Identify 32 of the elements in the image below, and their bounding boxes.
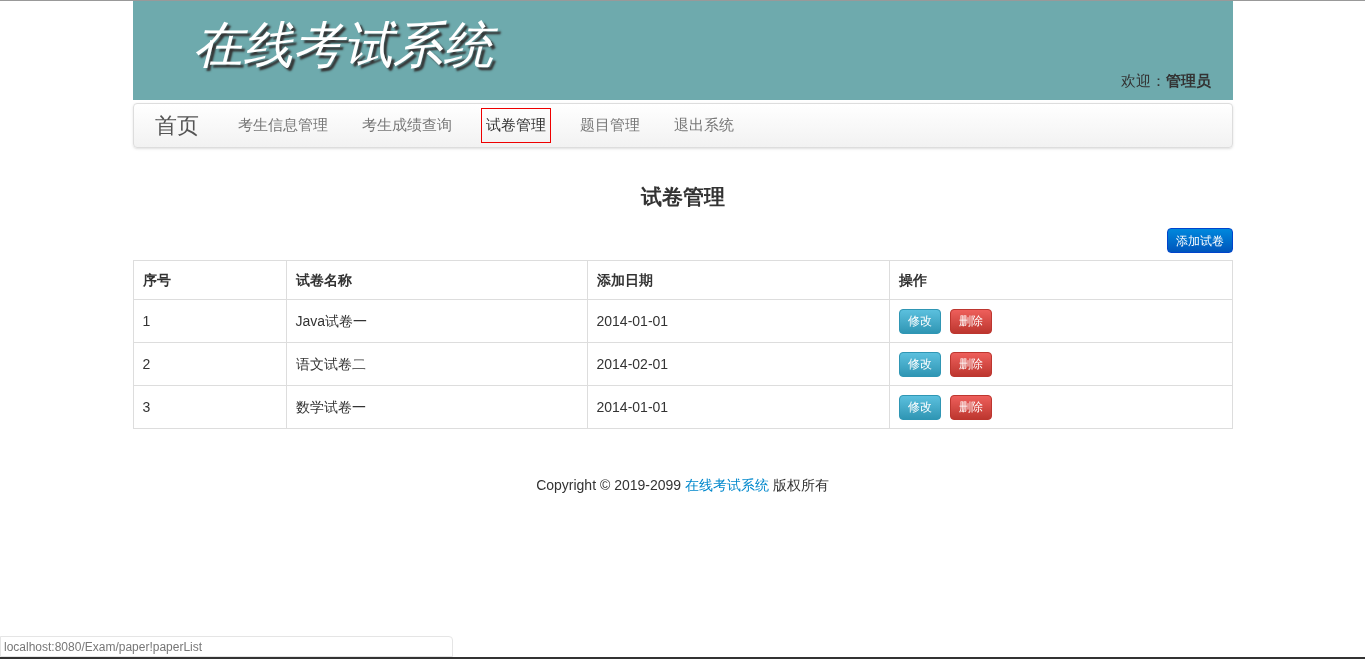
edit-button[interactable]: 修改 xyxy=(898,351,941,377)
table-cell: 2014-02-01 xyxy=(587,342,889,386)
add-paper-button[interactable]: 添加试卷 xyxy=(1166,228,1233,253)
welcome-text: 欢迎：管理员 xyxy=(1120,70,1211,91)
delete-button[interactable]: 删除 xyxy=(949,394,992,420)
table-cell: 1 xyxy=(133,299,286,343)
column-header: 操作 xyxy=(889,260,1232,300)
table-cell: 3 xyxy=(133,385,286,429)
delete-button[interactable]: 删除 xyxy=(949,351,992,377)
table-cell: 2014-01-01 xyxy=(587,385,889,429)
table-cell: 语文试卷二 xyxy=(286,342,587,386)
site-logo: 在线考试系统 xyxy=(188,12,503,81)
nav-link[interactable]: 退出系统 xyxy=(668,108,739,143)
status-bubble: localhost:8080/Exam/paper!paperList xyxy=(0,636,453,657)
table-cell: 数学试卷一 xyxy=(286,385,587,429)
page-title: 试卷管理 xyxy=(639,184,726,210)
edit-button[interactable]: 修改 xyxy=(898,308,941,334)
column-header: 添加日期 xyxy=(587,260,889,300)
nav-link[interactable]: 试卷管理 xyxy=(480,108,551,143)
table-cell: 2 xyxy=(133,342,286,386)
nav-link[interactable]: 题目管理 xyxy=(574,108,645,143)
home-link[interactable]: 首页 xyxy=(154,109,199,142)
edit-button[interactable]: 修改 xyxy=(898,394,941,420)
copyright-text: Copyright © 2019-2099 在线考试系统 版权所有 xyxy=(535,476,830,495)
nav-link[interactable]: 考生信息管理 xyxy=(232,108,333,143)
table-cell: 2014-01-01 xyxy=(587,299,889,343)
delete-button[interactable]: 删除 xyxy=(949,308,992,334)
site-link[interactable]: 在线考试系统 xyxy=(685,477,769,493)
column-header: 试卷名称 xyxy=(286,260,587,300)
column-header: 序号 xyxy=(133,260,286,300)
table-cell: Java试卷一 xyxy=(286,299,587,343)
nav-link[interactable]: 考生成绩查询 xyxy=(356,108,457,143)
